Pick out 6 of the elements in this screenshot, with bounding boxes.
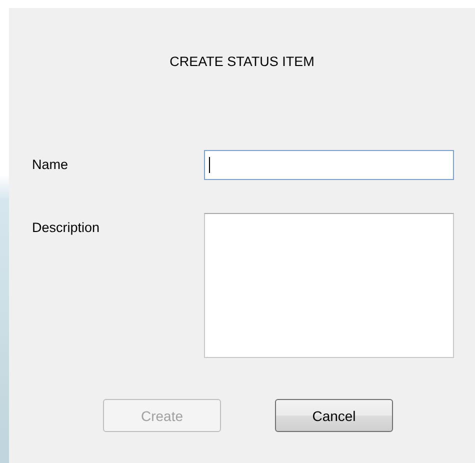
field-label: Description bbox=[32, 219, 101, 235]
description-field[interactable] bbox=[204, 213, 454, 358]
field-label: Name bbox=[32, 156, 70, 172]
text-field[interactable] bbox=[204, 150, 454, 180]
dialog-title: CREATE STATUS ITEM bbox=[168, 54, 316, 69]
dialog-button[interactable]: Cancel bbox=[275, 399, 393, 432]
